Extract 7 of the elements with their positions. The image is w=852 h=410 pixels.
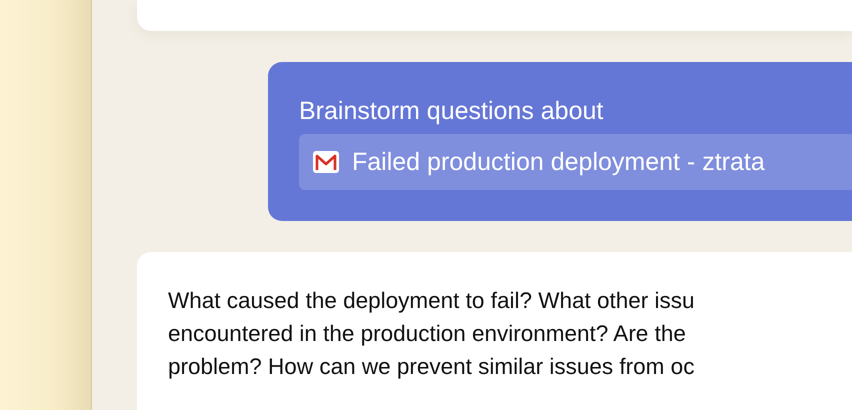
attachment-title: Failed production deployment - ztrata <box>352 148 765 176</box>
prompt-heading: Brainstorm questions about <box>299 96 604 126</box>
attachment-chip[interactable]: Failed production deployment - ztrata <box>299 134 852 190</box>
response-text-line: encountered in the production environment? Are the <box>168 320 687 348</box>
mail-icon <box>312 148 340 176</box>
response-text-line: problem? How can we prevent similar issues from oc <box>168 353 696 381</box>
response-text-line: What caused the deployment to fail? What other issu <box>168 287 696 315</box>
